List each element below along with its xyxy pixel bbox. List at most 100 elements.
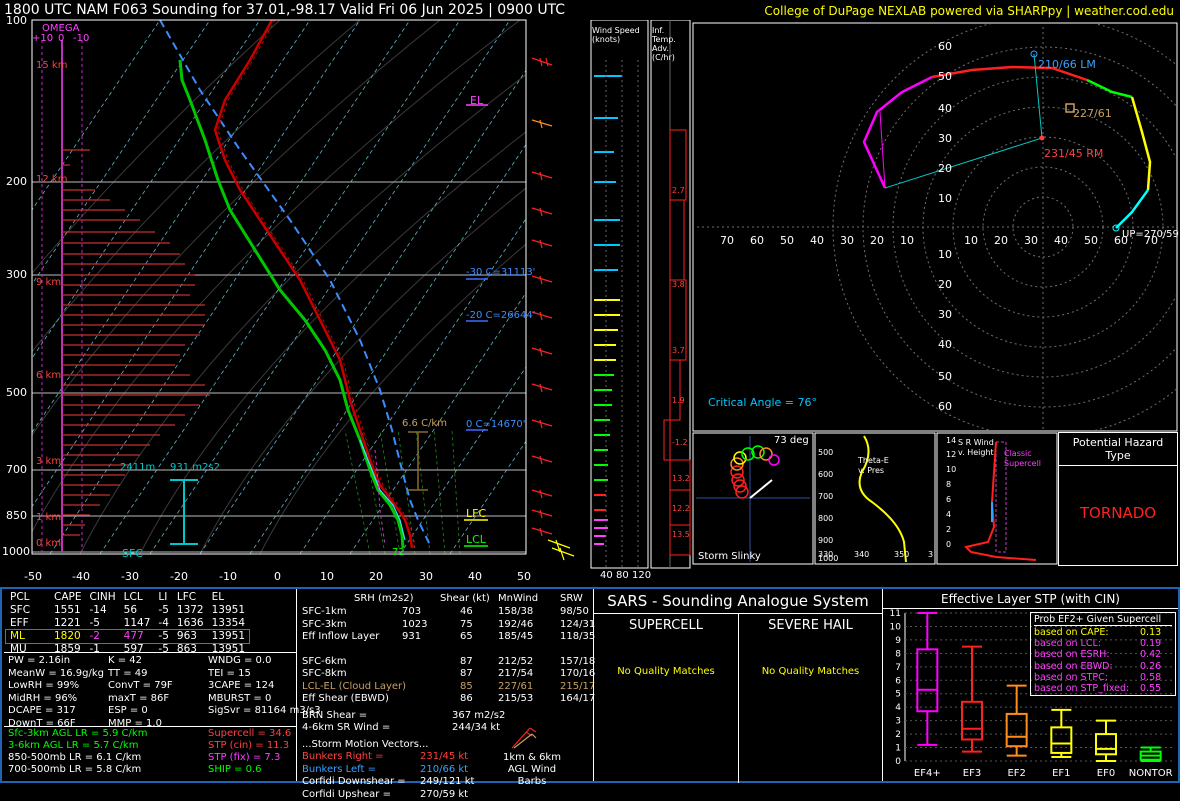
- prob-row-3: based on EBWD:0.26: [1034, 661, 1172, 672]
- composite-stp-cin: STP (cin) = 11.3: [208, 740, 291, 752]
- prob-row-0: based on CAPE:0.13: [1034, 627, 1172, 638]
- hodograph-trace-yellow: [1132, 97, 1150, 190]
- hazard-title: Potential Hazard Type: [1059, 433, 1177, 466]
- parcel-table: PCLCAPECINH LCLLILFCEL SFC1551-14 56-513…: [6, 591, 294, 656]
- lapse-rates: Sfc-3km AGL LR = 5.9 C/km 3-6km AGL LR =…: [8, 728, 147, 776]
- lapse-rate-1: Sfc-3km AGL LR = 5.9 C/km: [8, 728, 147, 740]
- temp-advection-title: Inf. Temp. Adv. (C/hr): [652, 26, 690, 62]
- prob-row-5: based on STP_fixed:0.55: [1034, 683, 1172, 694]
- stp-y-tick: 10: [890, 622, 902, 632]
- stp-y-tick: 9: [895, 636, 901, 646]
- stp-y-tick: 7: [895, 663, 901, 673]
- parcel-divider: [4, 652, 296, 653]
- freeze-level-1: -30 C=31113': [466, 267, 535, 278]
- stp-y-tick: 8: [895, 649, 901, 659]
- wind-barbs: [532, 58, 574, 560]
- upshear-label: UP=270/59: [1122, 229, 1179, 240]
- kin-row-3: SFC-6km 87212/52 157/18: [302, 656, 592, 669]
- indices-col1: PW = 2.16inMeanW = 16.9g/kgLowRH = 99% M…: [8, 655, 104, 730]
- lapse-rate-3: 850-500mb LR = 6.1 C/km: [8, 752, 147, 764]
- lapse-rate-2: 3-6km AGL LR = 5.7 C/km: [8, 740, 147, 752]
- stp-box: [1096, 734, 1116, 754]
- prob-title: Prob EF2+ Given Supercell: [1034, 614, 1172, 626]
- corfidi-up-row: Corfidi Upshear =270/59 kt: [302, 789, 592, 801]
- freeze-level-3: 0 C=14670': [466, 419, 525, 430]
- lfc-label: LFC: [466, 507, 486, 520]
- hazard-value: TORNADO: [1059, 504, 1177, 522]
- parcel-row-eff: EFF1221-5 1147-4163613354: [6, 617, 249, 630]
- page-title: 1800 UTC NAM F063 Sounding for 37.01,-98…: [4, 2, 565, 18]
- slinky-angle: 73 deg: [774, 435, 809, 446]
- composite-supercell: Supercell = 34.6: [208, 728, 291, 740]
- critical-angle-label: Critical Angle = 76°: [708, 396, 817, 409]
- wind-speed-panel: [590, 20, 650, 590]
- sars-divider-v: [738, 613, 739, 783]
- hodograph-trace-green: [1087, 80, 1132, 97]
- stp-category-label: EF1: [1052, 768, 1070, 779]
- composites: Supercell = 34.6 STP (cin) = 11.3 STP (f…: [208, 728, 291, 776]
- stp-title: Effective Layer STP (with CIN): [883, 592, 1178, 606]
- stp-category-label: EF2: [1007, 768, 1025, 779]
- vertical-divider-1: [296, 589, 297, 781]
- stp-y-tick: 1: [895, 744, 901, 754]
- storm-slinky: [692, 432, 814, 566]
- sars-hail-matches: No Quality Matches: [739, 666, 882, 677]
- sars-title: SARS - Sounding Analogue System: [594, 592, 882, 610]
- kin-row-5: LCL-EL (Cloud Layer) 85227/61 215/17: [302, 681, 592, 694]
- sars-supercell-title: SUPERCELL: [594, 618, 738, 633]
- parcel-row-sfc: SFC1551-14 56-5137213951: [6, 604, 249, 617]
- freeze-level-2: -20 C=26644': [466, 310, 535, 321]
- credit-text: College of DuPage NEXLAB powered via SHA…: [764, 4, 1174, 18]
- kin-row-6: Eff Shear (EBWD) 86215/53 164/17: [302, 693, 592, 706]
- hazard-panel: Potential Hazard Type TORNADO: [1058, 432, 1178, 566]
- composite-ship: SHIP = 0.6: [208, 764, 291, 776]
- stp-category-label: NONTOR: [1129, 768, 1173, 779]
- slinky-title: Storm Slinky: [698, 551, 761, 562]
- wind-speed-title: Wind Speed (knots): [592, 26, 646, 44]
- prob-ef2-box: Prob EF2+ Given Supercell based on CAPE:…: [1030, 612, 1176, 696]
- sfc-label: SFC: [122, 547, 143, 560]
- stp-y-tick: 6: [895, 676, 901, 686]
- stp-y-tick: 5: [895, 690, 901, 700]
- stp-y-tick: 3: [895, 717, 901, 727]
- prob-row-1: based on LCL:0.19: [1034, 638, 1172, 649]
- stp-box: [1051, 727, 1071, 753]
- left-mover-label: 210/66 LM: [1038, 58, 1096, 71]
- kin-row-4: SFC-8km 87217/54 170/16: [302, 668, 592, 681]
- agl-wind-barbs-icon: [508, 722, 538, 752]
- sr-wind-row: 4-6km SR Wind =244/34 kt: [302, 722, 592, 735]
- prob-row-2: based on ESRH:0.42: [1034, 649, 1172, 660]
- stp-category-label: EF0: [1097, 768, 1115, 779]
- kin-row-1: SFC-3km1023 75192/46 124/31: [302, 619, 592, 632]
- srh-depth-label: 2411m: [120, 462, 155, 473]
- classic-supercell-label: Classic Supercell: [1004, 449, 1044, 469]
- stp-category-label: EF3: [963, 768, 981, 779]
- temp-advection-panel: [650, 20, 692, 570]
- kin-row-0: SFC-1km703 46158/38 98/50: [302, 606, 592, 619]
- indices-divider: [4, 726, 296, 727]
- mean-wind-label: 227/61: [1073, 107, 1112, 120]
- stp-box: [1007, 714, 1027, 746]
- stp-category-label: EF4+: [914, 768, 941, 779]
- sars-supercell-matches: No Quality Matches: [594, 666, 738, 677]
- sars-hail-title: SEVERE HAIL: [739, 618, 882, 633]
- lapse-rate-label: 6.6 C/km: [402, 418, 447, 429]
- hodograph: [692, 22, 1178, 432]
- sfc-temp-label: 72: [392, 547, 405, 558]
- sr-wind-title: S R Wind v. Height: [958, 438, 994, 458]
- lcl-label: LCL: [466, 533, 486, 546]
- lapse-rate-4: 700-500mb LR = 5.8 C/km: [8, 764, 147, 776]
- composite-stp-fix: STP (fix) = 7.3: [208, 752, 291, 764]
- skewt-diagram: [0, 18, 590, 588]
- el-label: EL: [470, 94, 483, 107]
- theta-e-title: Theta-E v. Pres: [858, 456, 898, 476]
- parcel-row-ml: ML1820-2 477-596313951: [6, 630, 249, 643]
- kin-row-2: Eff Inflow Layer931 65185/45 118/35: [302, 631, 592, 644]
- dewpoint-trace: [180, 60, 403, 548]
- brn-shear-row: BRN Shear =367 m2/s2: [302, 710, 592, 723]
- right-mover-label: 231/45 RM: [1044, 147, 1103, 160]
- indices-col2: K = 42TT = 49ConvT = 79F maxT = 86FESP =…: [108, 655, 173, 730]
- storm-motion-title: ...Storm Motion Vectors...: [302, 739, 592, 752]
- stp-y-tick: 2: [895, 730, 901, 740]
- stp-y-tick: 11: [890, 609, 901, 619]
